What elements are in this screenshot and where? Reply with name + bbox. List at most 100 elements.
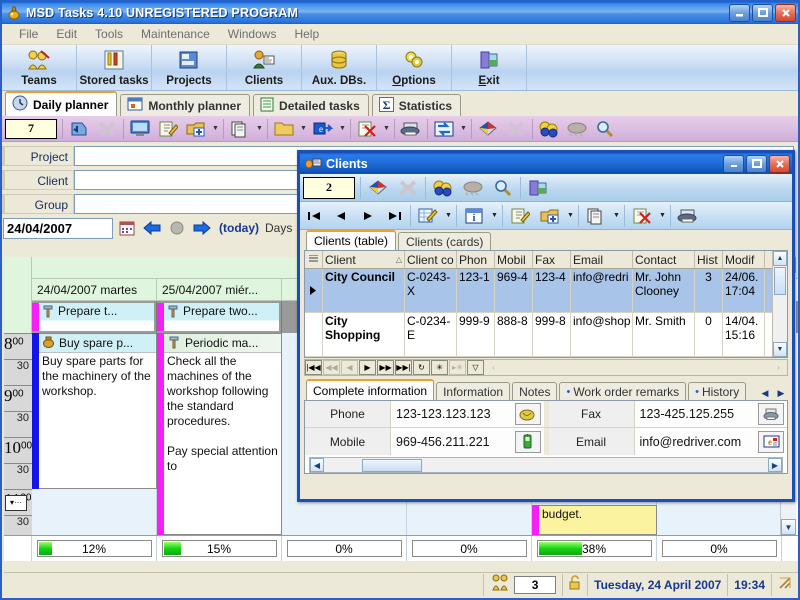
nav-page-prev-button[interactable]: ◀◀ [323,360,340,375]
tab-detailed-tasks[interactable]: Detailed tasks [253,94,369,116]
cut-x-icon[interactable] [502,117,530,141]
nav-new-button[interactable]: ✳ [431,360,448,375]
export-icon[interactable]: e [309,117,337,141]
previous-day-button[interactable] [141,218,163,239]
mobile-icon[interactable] [514,430,541,453]
scroll-right-icon[interactable]: ▶ [768,458,782,472]
toolbar-button-exit[interactable]: Exit [452,45,527,90]
progress-cell[interactable]: 38% [532,536,657,561]
cut-x-icon[interactable] [393,175,423,201]
copy-dropdown-arrow-icon[interactable]: ▼ [254,117,265,141]
tab-scroll-right-icon[interactable]: ▶ [774,386,788,400]
scroll-down-icon[interactable]: ▼ [773,342,787,357]
progress-cell[interactable]: 0% [657,536,782,561]
column-header-contact[interactable]: Contact [633,251,695,268]
colors-icon[interactable] [535,117,563,141]
today-button[interactable]: (today) [216,221,262,235]
clients-close-button[interactable] [769,154,790,173]
column-header-phone[interactable]: Phon [457,251,495,268]
copy-dropdown-arrow-icon[interactable]: ▼ [611,212,622,219]
detail-horizontal-scrollbar[interactable]: ◀ ▶ [309,457,783,473]
previous-record-button[interactable] [327,203,354,229]
column-header-history[interactable]: Hist [695,251,723,268]
detail-value-fax[interactable]: 123-425.125.255 [635,407,759,421]
last-record-button[interactable] [381,203,408,229]
refresh-icon[interactable] [430,117,458,141]
tab-daily-planner[interactable]: Daily planner [5,91,118,116]
tab-scroll-left-icon[interactable]: ◀ [758,386,772,400]
cancel-x-icon[interactable] [93,117,121,141]
table-row[interactable]: City Shopping C-0234-E 999-9 888-8 999-8… [305,313,772,357]
add-icon[interactable] [182,117,210,141]
column-header-client[interactable]: Client △ [323,251,405,268]
tab-monthly-planner[interactable]: Monthly planner [120,94,251,116]
first-record-button[interactable] [300,203,327,229]
delete-icon[interactable] [627,203,657,229]
scroll-left-icon[interactable]: ◀ [310,458,324,472]
clients-minimize-button[interactable] [723,154,744,173]
info-dropdown-arrow-icon[interactable]: ▼ [489,212,500,219]
clients-table-scrollbar[interactable]: ▲ ▼ [772,251,787,357]
progress-cell[interactable]: 0% [282,536,407,561]
fax-icon[interactable] [758,403,784,425]
progress-cell[interactable]: 15% [157,536,282,561]
edit-icon[interactable] [505,203,535,229]
column-header-mobile[interactable]: Mobil [495,251,533,268]
nav-left-icon[interactable]: ‹ [485,360,502,375]
refresh-dropdown-arrow-icon[interactable]: ▼ [458,117,469,141]
table-row[interactable]: City Council C-0243-X 123-1 969-4 123-4 … [305,269,772,313]
detail-value-mobile[interactable]: 969-456.211.221 [391,435,515,449]
task-card[interactable]: Periodic ma... Check all the machines of… [157,333,282,535]
exit-door-icon[interactable] [523,175,553,201]
cloud-icon[interactable] [563,117,591,141]
toolbar-button-aux-dbs[interactable]: Aux. DBs. [302,45,377,90]
maximize-button[interactable] [752,4,773,22]
nav-insert-button[interactable]: ▸✳ [449,360,466,375]
palette-icon[interactable] [363,175,393,201]
column-header-fax[interactable]: Fax [533,251,571,268]
email-icon[interactable]: e [758,430,784,453]
screen-icon[interactable] [126,117,154,141]
tab-complete-information[interactable]: Complete information [306,379,435,400]
status-resize-grip[interactable] [771,573,798,596]
scroll-up-icon[interactable]: ▲ [773,251,787,266]
folder-dropdown-arrow-icon[interactable]: ▼ [298,117,309,141]
nav-first-button[interactable]: |◀◀ [305,360,322,375]
palette-icon[interactable] [474,117,502,141]
next-day-button[interactable] [191,218,213,239]
grid-edit-dropdown-arrow-icon[interactable]: ▼ [443,212,454,219]
clients-maximize-button[interactable] [746,154,767,173]
menu-item-help[interactable]: Help [285,27,328,41]
menu-item-edit[interactable]: Edit [47,27,86,41]
minimize-button[interactable] [729,4,750,22]
tab-information[interactable]: Information [436,382,511,400]
edit-icon[interactable] [154,117,182,141]
nav-prev-button[interactable]: ◀ [341,360,358,375]
tab-clients-table[interactable]: Clients (table) [306,230,397,250]
print-icon[interactable] [673,203,703,229]
tab-statistics[interactable]: Σ Statistics [371,94,462,116]
tab-history[interactable]: • History [688,382,747,400]
delete-icon[interactable] [353,117,381,141]
import-icon[interactable] [65,117,93,141]
column-header-client-code[interactable]: Client co [405,251,457,268]
planner-day-column[interactable]: Buy spare p... Buy spare parts for the m… [32,333,157,535]
nav-filter-button[interactable]: ▽ [467,360,484,375]
calendar-picker-icon[interactable] [116,218,138,239]
print-icon[interactable] [397,117,425,141]
info-icon[interactable]: i [459,203,489,229]
colors-icon[interactable] [428,175,458,201]
progress-cell[interactable]: 0% [407,536,532,561]
column-header-modified[interactable]: Modif [723,251,765,268]
search-icon[interactable] [591,117,619,141]
close-button[interactable] [775,4,796,22]
nav-page-next-button[interactable]: ▶▶ [377,360,394,375]
phone-icon[interactable] [514,403,541,425]
nav-next-button[interactable]: ▶ [359,360,376,375]
tab-work-order-remarks[interactable]: • Work order remarks [559,382,687,400]
toolbar-button-teams[interactable]: Teams [2,45,77,90]
clients-window[interactable]: Clients 2 ▼ i ▼ ▼ ▼ ▼ Clients (table) Cl… [297,150,795,502]
copy-icon[interactable] [581,203,611,229]
grid-edit-icon[interactable] [413,203,443,229]
stop-button[interactable] [166,218,188,239]
